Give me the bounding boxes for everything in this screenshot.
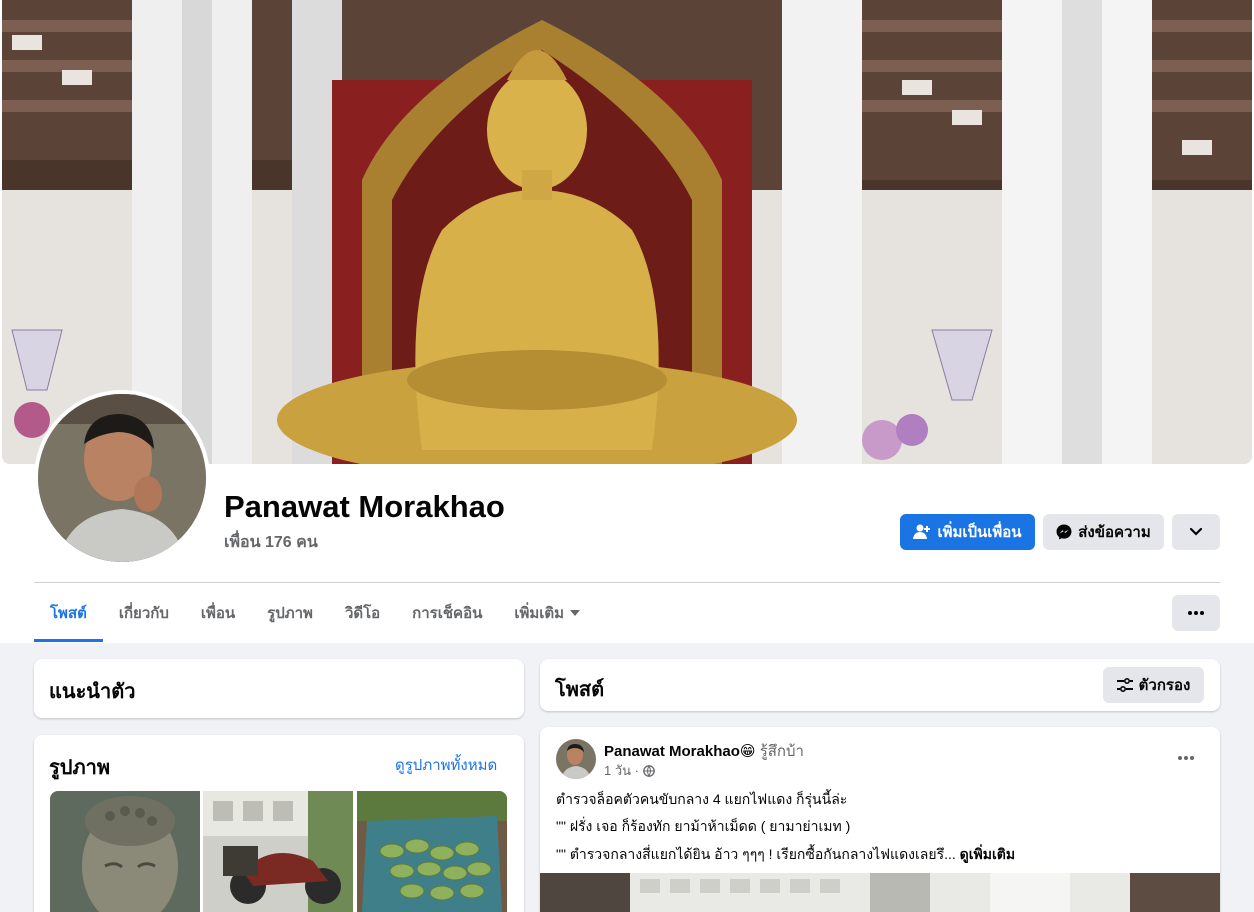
- tab-label: เพิ่มเติม: [514, 605, 565, 622]
- tab-posts[interactable]: โพสต์: [34, 584, 103, 642]
- header-divider: [34, 582, 1220, 583]
- tab-label: รูปภาพ: [267, 605, 313, 622]
- filter-icon: [1116, 678, 1133, 692]
- tab-label: เพื่อน: [200, 605, 236, 622]
- tab-label: การเช็คอิน: [412, 605, 483, 622]
- cover-photo-image: [2, 0, 1252, 464]
- post-options-button[interactable]: [1170, 742, 1202, 774]
- tab-friends[interactable]: เพื่อน: [185, 584, 251, 642]
- messenger-icon: [1056, 524, 1072, 540]
- photo-thumbnail[interactable]: [357, 791, 507, 912]
- tab-videos[interactable]: วิดีโอ: [329, 584, 396, 642]
- see-all-photos-link[interactable]: ดูรูปภาพทั้งหมด: [395, 753, 497, 777]
- post-author-avatar[interactable]: [556, 739, 596, 779]
- photo-motorcycle: [203, 791, 353, 912]
- tab-about[interactable]: เกี่ยวกับ: [103, 584, 185, 642]
- add-person-icon: [913, 524, 931, 539]
- see-more-link[interactable]: ดูเพิ่มเติม: [960, 846, 1015, 862]
- cover-photo[interactable]: [2, 0, 1252, 464]
- tab-label: เกี่ยวกับ: [118, 605, 169, 622]
- tab-checkins[interactable]: การเช็คอิน: [396, 584, 498, 642]
- profile-header: Panawat Morakhao เพื่อน 176 คน เพิ่มเป็น…: [0, 0, 1254, 643]
- tabs-more-button[interactable]: [1172, 595, 1220, 631]
- post-text-line: "" ฝรั่ง เจอ ก็ร้องทัก ยาม้าห้าเม็ดด ( ย…: [556, 818, 851, 834]
- filter-label: ตัวกรอง: [1138, 677, 1191, 694]
- photo-thumbnail[interactable]: [203, 791, 353, 912]
- photo-thumbnail[interactable]: [50, 791, 200, 912]
- post-image[interactable]: [540, 873, 1220, 912]
- tab-more[interactable]: เพิ่มเติม: [498, 584, 596, 642]
- tab-photos[interactable]: รูปภาพ: [251, 584, 329, 642]
- friend-count[interactable]: เพื่อน 176 คน: [224, 530, 318, 555]
- post-text-line: "" ตำรวจกลางสี่แยกได้ยิน อ้าว ๆๆๆ ! เรีย…: [556, 846, 956, 862]
- intro-title: แนะนำตัว: [49, 681, 136, 703]
- author-avatar-image: [556, 739, 596, 779]
- photo-buddha-head: [50, 791, 200, 912]
- post-time[interactable]: 1 วัน ·: [604, 760, 639, 781]
- avatar-image: [38, 394, 206, 562]
- photos-title: รูปภาพ: [49, 757, 111, 779]
- ellipsis-icon: [1178, 756, 1194, 760]
- profile-tabs: โพสต์ เกี่ยวกับ เพื่อน รูปภาพ วิดีโอ การ…: [34, 584, 596, 642]
- tab-label: โพสต์: [50, 605, 87, 622]
- photo-mangoes: [357, 791, 507, 912]
- globe-icon: [643, 764, 655, 777]
- feeling-emoji: 😁: [739, 743, 756, 760]
- profile-avatar[interactable]: [34, 390, 210, 566]
- post-author-name[interactable]: Panawat Morakhao: [604, 743, 740, 760]
- posts-header-card: โพสต์ ตัวกรอง: [540, 659, 1220, 711]
- filter-button[interactable]: ตัวกรอง: [1103, 667, 1204, 703]
- ellipsis-icon: [1188, 611, 1204, 615]
- chevron-down-icon: [1189, 527, 1203, 536]
- message-button[interactable]: ส่งข้อความ: [1043, 514, 1164, 550]
- tab-label: วิดีโอ: [344, 605, 381, 622]
- message-label: ส่งข้อความ: [1078, 524, 1151, 541]
- caret-down-icon: [570, 610, 581, 616]
- post-image-content: [540, 873, 1220, 912]
- profile-name: Panawat Morakhao: [224, 489, 505, 524]
- post-meta: 1 วัน ·: [604, 760, 655, 781]
- post-feeling: รู้สึกบ้า: [759, 743, 804, 760]
- post-text-line: ตำรวจล็อคตัวคนขับกลาง 4 แยกไฟแดง ก็รุ่นน…: [556, 791, 848, 807]
- post-text-line-last: "" ตำรวจกลางสี่แยกได้ยิน อ้าว ๆๆๆ ! เรีย…: [556, 844, 1015, 866]
- add-friend-button[interactable]: เพิ่มเป็นเพื่อน: [900, 514, 1035, 550]
- intro-card: แนะนำตัว: [34, 659, 524, 718]
- profile-more-button[interactable]: [1172, 514, 1220, 550]
- posts-title: โพสต์: [555, 679, 605, 701]
- add-friend-label: เพิ่มเป็นเพื่อน: [937, 524, 1022, 541]
